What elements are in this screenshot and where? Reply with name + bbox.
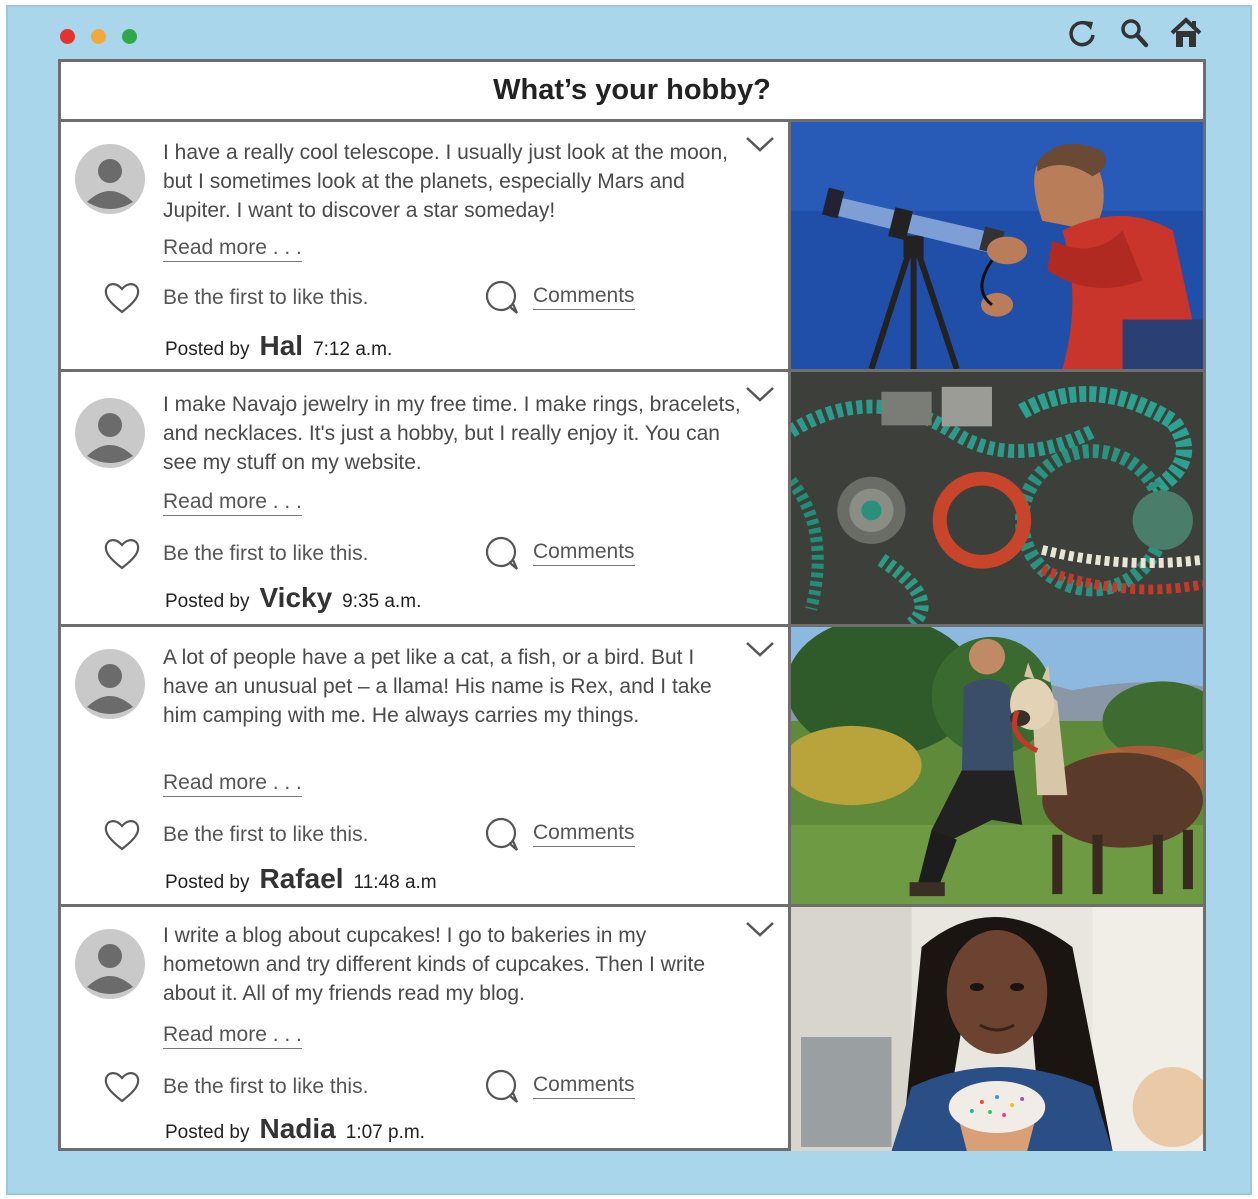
- post-time: 9:35 a.m.: [342, 591, 422, 612]
- avatar: [75, 398, 145, 468]
- post-nadia: I write a blog about cupcakes! I go to b…: [61, 907, 1203, 1151]
- heart-icon[interactable]: [103, 536, 141, 572]
- read-more-link[interactable]: Read more . . .: [163, 236, 302, 262]
- search-icon[interactable]: [1114, 13, 1154, 53]
- posted-by-label: Posted by: [165, 591, 250, 612]
- post-rafael: A lot of people have a pet like a cat, a…: [61, 627, 1203, 907]
- like-row: Be the first to like this.: [103, 1069, 368, 1105]
- posted-by-label: Posted by: [165, 1122, 250, 1143]
- post-byline: Posted by Nadia 1:07 p.m.: [165, 1113, 425, 1145]
- comment-icon: [485, 817, 519, 851]
- comments-button[interactable]: Comments: [483, 815, 635, 853]
- chevron-down-icon[interactable]: [744, 134, 776, 154]
- chevron-down-icon[interactable]: [744, 384, 776, 404]
- post-hal: I have a really cool telescope. I usuall…: [61, 122, 1203, 372]
- author-name: Vicky: [259, 582, 333, 613]
- comment-icon: [485, 280, 519, 314]
- minimize-window-button[interactable]: [91, 29, 106, 44]
- post-content: A lot of people have a pet like a cat, a…: [61, 627, 791, 904]
- comments-button[interactable]: Comments: [483, 534, 635, 572]
- read-more-link[interactable]: Read more . . .: [163, 490, 302, 516]
- post-text: I write a blog about cupcakes! I go to b…: [163, 924, 706, 1005]
- comments-label: Comments: [533, 540, 635, 566]
- post-text: I have a really cool telescope. I usuall…: [163, 141, 728, 222]
- home-icon[interactable]: [1166, 13, 1206, 53]
- photo-turquoise-jewelry: [791, 372, 1203, 624]
- photo-man-with-llama: [791, 627, 1203, 904]
- posted-by-label: Posted by: [165, 339, 250, 360]
- author-name: Hal: [259, 330, 304, 361]
- post-time: 11:48 a.m: [353, 872, 437, 893]
- heart-icon[interactable]: [103, 1069, 141, 1105]
- avatar: [75, 649, 145, 719]
- chevron-down-icon[interactable]: [744, 639, 776, 659]
- post-time: 7:12 a.m.: [313, 339, 393, 360]
- window-controls: [60, 29, 137, 44]
- comments-label: Comments: [533, 821, 635, 847]
- like-text: Be the first to like this.: [163, 286, 369, 309]
- avatar: [75, 144, 145, 214]
- post-byline: Posted by Rafael 11:48 a.m: [165, 863, 437, 895]
- post-byline: Posted by Hal 7:12 a.m.: [165, 330, 392, 362]
- avatar: [75, 929, 145, 999]
- like-text: Be the first to like this.: [163, 1075, 369, 1098]
- read-more-link[interactable]: Read more . . .: [163, 771, 302, 797]
- comments-label: Comments: [533, 284, 635, 310]
- comments-label: Comments: [533, 1073, 635, 1099]
- heart-icon[interactable]: [103, 280, 141, 316]
- like-row: Be the first to like this.: [103, 536, 368, 572]
- post-content: I make Navajo jewelry in my free time. I…: [61, 372, 791, 624]
- heart-icon[interactable]: [103, 817, 141, 853]
- post-vicky: I make Navajo jewelry in my free time. I…: [61, 372, 1203, 627]
- post-text: A lot of people have a pet like a cat, a…: [163, 646, 712, 727]
- like-row: Be the first to like this.: [103, 280, 368, 316]
- post-time: 1:07 p.m.: [345, 1122, 425, 1143]
- comment-icon: [485, 536, 519, 570]
- maximize-window-button[interactable]: [122, 29, 137, 44]
- comment-icon: [485, 1069, 519, 1103]
- post-text: I make Navajo jewelry in my free time. I…: [163, 393, 741, 474]
- close-window-button[interactable]: [60, 29, 75, 44]
- browser-toolbar: [1062, 13, 1206, 53]
- browser-window: What’s your hobby? I have a really cool …: [6, 5, 1252, 1195]
- post-content: I have a really cool telescope. I usuall…: [61, 122, 791, 369]
- page-frame: What’s your hobby? I have a really cool …: [58, 59, 1206, 1151]
- photo-man-with-telescope: [791, 122, 1203, 369]
- comments-button[interactable]: Comments: [483, 1067, 635, 1105]
- like-text: Be the first to like this.: [163, 823, 369, 846]
- post-content: I write a blog about cupcakes! I go to b…: [61, 907, 791, 1151]
- like-text: Be the first to like this.: [163, 542, 369, 565]
- author-name: Nadia: [259, 1113, 336, 1144]
- comments-button[interactable]: Comments: [483, 278, 635, 316]
- posted-by-label: Posted by: [165, 872, 250, 893]
- post-byline: Posted by Vicky 9:35 a.m.: [165, 582, 421, 614]
- chevron-down-icon[interactable]: [744, 919, 776, 939]
- author-name: Rafael: [259, 863, 344, 894]
- page-title: What’s your hobby?: [61, 62, 1203, 122]
- refresh-icon[interactable]: [1062, 13, 1102, 53]
- like-row: Be the first to like this.: [103, 817, 368, 853]
- read-more-link[interactable]: Read more . . .: [163, 1023, 302, 1049]
- photo-woman-with-cupcake: [791, 907, 1203, 1151]
